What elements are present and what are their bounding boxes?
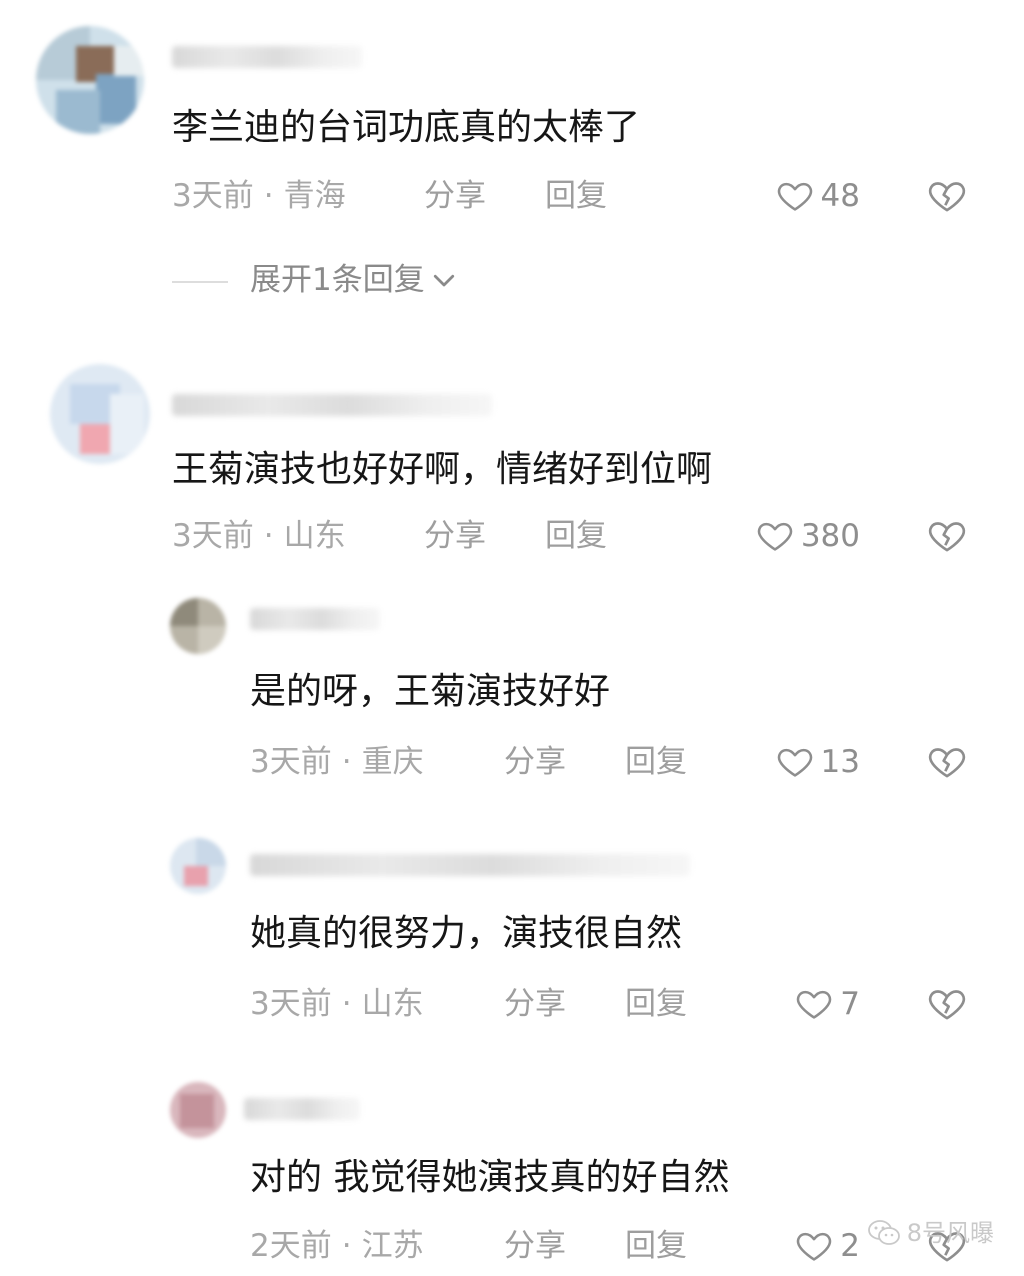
username[interactable]	[250, 608, 380, 630]
broken-heart-icon[interactable]	[926, 176, 968, 216]
share-button[interactable]: 分享	[424, 516, 486, 556]
like-count: 7	[840, 986, 860, 1022]
like-button[interactable]: 48	[700, 176, 860, 216]
watermark: 8号风曝	[867, 1218, 994, 1248]
avatar[interactable]	[170, 838, 226, 894]
expand-replies-button[interactable]: 展开1条回复	[250, 260, 459, 300]
like-button[interactable]: 380	[700, 516, 860, 556]
like-count: 13	[820, 744, 860, 780]
comment-1: 李兰迪的台词功底真的太棒了 3天前 · 青海 分享 回复 48 展开1条回复	[0, 0, 1024, 330]
wechat-icon	[867, 1220, 900, 1245]
comment-text: 对的 我觉得她演技真的好自然	[250, 1157, 730, 1198]
like-count: 2	[840, 1228, 860, 1264]
avatar[interactable]	[170, 598, 226, 654]
comment-meta: 2天前 · 江苏	[250, 1226, 424, 1266]
comment-location: 江苏	[361, 1228, 424, 1264]
reply-button[interactable]: 回复	[625, 742, 687, 782]
comment-location: 重庆	[361, 744, 424, 780]
comment-meta: 3天前 · 山东	[172, 516, 346, 556]
comment-meta: 3天前 · 重庆	[250, 742, 424, 782]
like-count: 380	[800, 518, 860, 554]
username[interactable]	[250, 854, 690, 876]
comment-time: 2天前	[250, 1228, 332, 1264]
separator: ·	[341, 744, 352, 780]
separator: ·	[341, 1228, 352, 1264]
expand-divider	[172, 281, 228, 283]
share-button[interactable]: 分享	[504, 984, 566, 1024]
avatar[interactable]	[50, 364, 150, 464]
comment-text: 王菊演技也好好啊，情绪好到位啊	[172, 449, 713, 490]
heart-outline-icon	[797, 1232, 832, 1261]
broken-heart-icon[interactable]	[926, 742, 968, 782]
share-button[interactable]: 分享	[504, 742, 566, 782]
broken-heart-icon[interactable]	[926, 984, 968, 1024]
chevron-down-icon	[433, 274, 454, 287]
heart-outline-icon	[777, 748, 812, 777]
share-button[interactable]: 分享	[504, 1226, 566, 1266]
reply-button[interactable]: 回复	[545, 176, 607, 216]
separator: ·	[341, 986, 352, 1022]
watermark-text: 8号风曝	[906, 1219, 994, 1247]
expand-replies-label: 展开1条回复	[250, 262, 425, 298]
comment-text: 是的呀，王菊演技好好	[250, 671, 611, 712]
comment-time: 3天前	[172, 178, 254, 214]
comment-meta: 3天前 · 青海	[172, 176, 346, 216]
like-button[interactable]: 13	[700, 742, 860, 782]
reply-button[interactable]: 回复	[625, 984, 687, 1024]
comment-time: 3天前	[250, 986, 332, 1022]
username[interactable]	[172, 394, 492, 416]
comment-location: 山东	[283, 518, 346, 554]
username[interactable]	[172, 46, 362, 68]
share-button[interactable]: 分享	[424, 176, 486, 216]
comment-text: 她真的很努力，演技很自然	[250, 913, 683, 954]
reply-1: 是的呀，王菊演技好好 3天前 · 重庆 分享 回复 13	[0, 590, 1024, 800]
broken-heart-icon[interactable]	[926, 516, 968, 556]
avatar[interactable]	[36, 26, 144, 134]
comment-location: 青海	[283, 178, 346, 214]
like-count: 48	[820, 178, 860, 214]
comment-location: 山东	[361, 986, 424, 1022]
reply-2: 她真的很努力，演技很自然 3天前 · 山东 分享 回复 7	[0, 830, 1024, 1040]
separator: ·	[263, 178, 274, 214]
username[interactable]	[244, 1098, 360, 1120]
reply-button[interactable]: 回复	[625, 1226, 687, 1266]
like-button[interactable]: 2	[700, 1226, 860, 1266]
comment-2: 王菊演技也好好啊，情绪好到位啊 3天前 · 山东 分享 回复 380	[0, 350, 1024, 580]
comment-meta: 3天前 · 山东	[250, 984, 424, 1024]
comment-time: 3天前	[250, 744, 332, 780]
heart-outline-icon	[757, 522, 793, 551]
heart-outline-icon	[797, 990, 832, 1019]
separator: ·	[263, 518, 274, 554]
heart-outline-icon	[777, 182, 812, 211]
avatar[interactable]	[170, 1082, 226, 1138]
comment-time: 3天前	[172, 518, 254, 554]
like-button[interactable]: 7	[700, 984, 860, 1024]
reply-button[interactable]: 回复	[545, 516, 607, 556]
comment-text: 李兰迪的台词功底真的太棒了	[172, 107, 641, 148]
